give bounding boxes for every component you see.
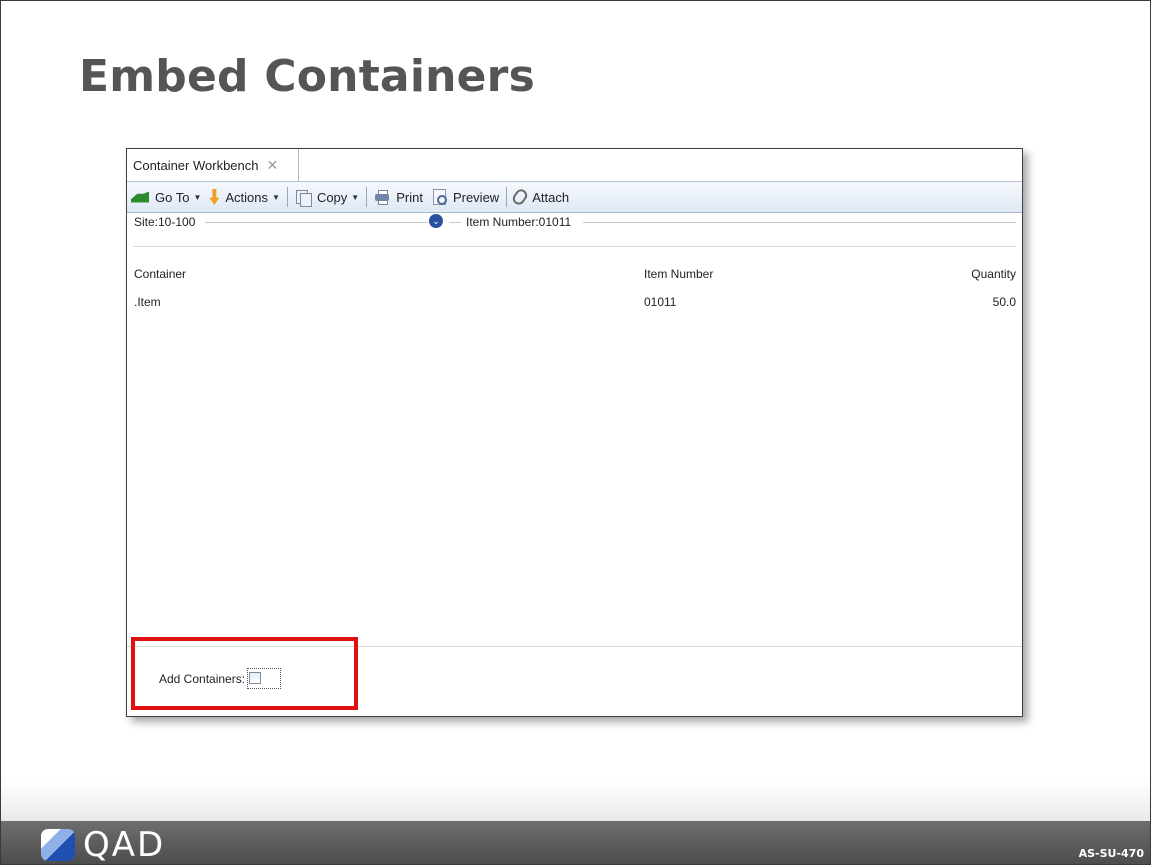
filter-divider-line <box>205 222 428 223</box>
qad-logo: QAD <box>41 825 166 865</box>
item-number-filter-label: Item Number:01011 <box>466 215 572 229</box>
highlight-annotation-box <box>131 637 358 710</box>
toolbar-separator <box>286 187 288 207</box>
cell-container: .Item <box>134 295 161 309</box>
attach-button[interactable]: Attach <box>510 185 573 209</box>
table-row[interactable]: .Item 01011 50.0 <box>127 290 1022 318</box>
container-grid: Container Item Number Quantity .Item 010… <box>127 262 1022 318</box>
toolbar-separator <box>366 187 368 207</box>
site-filter-label: Site:10-100 <box>134 215 196 229</box>
column-header-item-number[interactable]: Item Number <box>644 267 713 281</box>
tab-container-workbench[interactable]: Container Workbench ✕ <box>127 149 299 181</box>
qad-logo-mark-icon <box>41 829 75 861</box>
cell-item-number: 01011 <box>644 295 677 309</box>
actions-label: Actions <box>225 189 269 205</box>
footer-bar: QAD AS-SU-470 <box>1 821 1150 865</box>
goto-button[interactable]: Go To ▼ <box>127 185 205 209</box>
print-label: Print <box>396 189 423 205</box>
copy-label: Copy <box>316 189 348 205</box>
copy-dropdown-icon: ▼ <box>351 192 360 202</box>
printer-icon <box>374 189 390 205</box>
filter-bar: Site:10-100 ⌄ Item Number:01011 <box>127 212 1022 232</box>
attach-label: Attach <box>532 189 570 205</box>
slide: Embed Containers Container Workbench ✕ G… <box>0 0 1151 865</box>
column-header-quantity[interactable]: Quantity <box>971 267 1016 281</box>
cell-quantity: 50.0 <box>992 295 1016 309</box>
tab-label: Container Workbench <box>133 157 259 173</box>
column-header-container[interactable]: Container <box>134 267 186 281</box>
copy-icon <box>295 189 312 207</box>
toolbar: Go To ▼ Actions ▼ Copy ▼ Print Preview A… <box>127 182 1022 213</box>
goto-dropdown-icon: ▼ <box>193 192 202 202</box>
print-button[interactable]: Print <box>370 185 427 209</box>
preview-label: Preview <box>452 189 500 205</box>
qad-logo-text: QAD <box>83 825 166 865</box>
section-divider <box>133 246 1016 247</box>
preview-button[interactable]: Preview <box>427 185 503 209</box>
toolbar-separator <box>506 187 508 207</box>
filter-divider-line <box>449 222 461 223</box>
goto-arrow-icon <box>131 191 149 203</box>
tab-strip: Container Workbench ✕ <box>127 149 1022 182</box>
filter-divider-line <box>583 222 1016 223</box>
paperclip-icon <box>510 187 530 207</box>
slide-code: AS-SU-470 <box>1078 847 1144 860</box>
actions-arrow-icon <box>209 189 220 205</box>
slide-title: Embed Containers <box>79 51 535 102</box>
copy-button[interactable]: Copy ▼ <box>291 185 363 209</box>
close-tab-icon[interactable]: ✕ <box>267 157 279 174</box>
footer-shade <box>1 781 1150 821</box>
expand-chevron-icon[interactable]: ⌄ <box>429 214 443 228</box>
container-workbench-window: Container Workbench ✕ Go To ▼ Actions ▼ … <box>126 148 1023 717</box>
actions-button[interactable]: Actions ▼ <box>205 185 284 209</box>
preview-icon <box>431 189 447 205</box>
goto-label: Go To <box>155 189 190 205</box>
actions-dropdown-icon: ▼ <box>272 192 280 202</box>
grid-header-row: Container Item Number Quantity <box>127 262 1022 290</box>
